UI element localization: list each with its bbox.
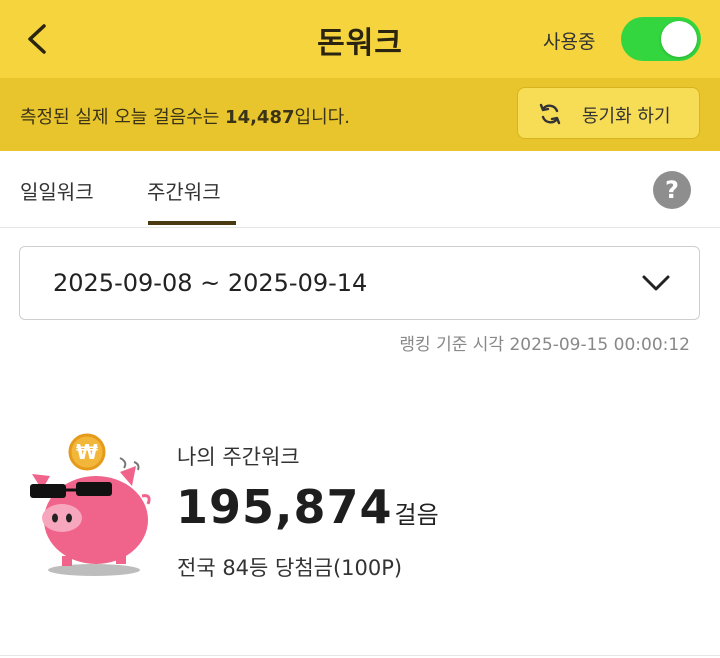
refresh-icon [539,103,561,125]
today-steps-value: 14,487 [225,107,295,128]
help-icon[interactable]: ? [653,171,691,209]
today-steps-notice: 측정된 실제 오늘 걸음수는 14,487입니다. [20,103,350,129]
piggy-bank-mascot-icon: ₩ [30,433,151,576]
coin-won-symbol: ₩ [76,440,98,464]
section-divider [0,655,720,656]
step-notice-bar: 측정된 실제 오늘 걸음수는 14,487입니다. 동기화 하기 [0,78,720,151]
tab-daily-walk[interactable]: 일일워크 [20,176,94,205]
walk-tabs: 일일워크 주간워크 ? [0,151,720,228]
sync-button[interactable]: 동기화 하기 [517,87,700,139]
page-title: 돈워크 [317,26,403,61]
active-tab-indicator [148,221,236,225]
notice-text-before: 측정된 실제 오늘 걸음수는 [20,107,226,128]
my-weekly-walk-label: 나의 주간워크 [177,445,300,469]
usage-status-label: 사용중 [543,31,596,53]
national-rank-prize: 전국 84등 당첨금(100P) [177,556,403,580]
date-range-value: 2025-09-08 ~ 2025-09-14 [53,269,368,297]
my-weekly-steps: 195,874걸음 [176,480,439,534]
notice-text-after: 입니다. [294,107,350,128]
tab-weekly-walk[interactable]: 주간워크 [147,176,221,205]
usage-toggle[interactable] [621,17,701,61]
date-range-select[interactable]: 2025-09-08 ~ 2025-09-14 [19,246,700,320]
app-header: 돈워크 사용중 [0,0,720,78]
steps-unit: 걸음 [394,501,439,529]
weekly-steps-value: 195,874 [176,480,393,534]
toggle-knob [661,21,697,57]
ranking-base-time: 랭킹 기준 시각 2025-09-15 00:00:12 [399,335,690,355]
sync-button-label: 동기화 하기 [582,106,671,127]
chevron-down-icon [642,275,670,291]
